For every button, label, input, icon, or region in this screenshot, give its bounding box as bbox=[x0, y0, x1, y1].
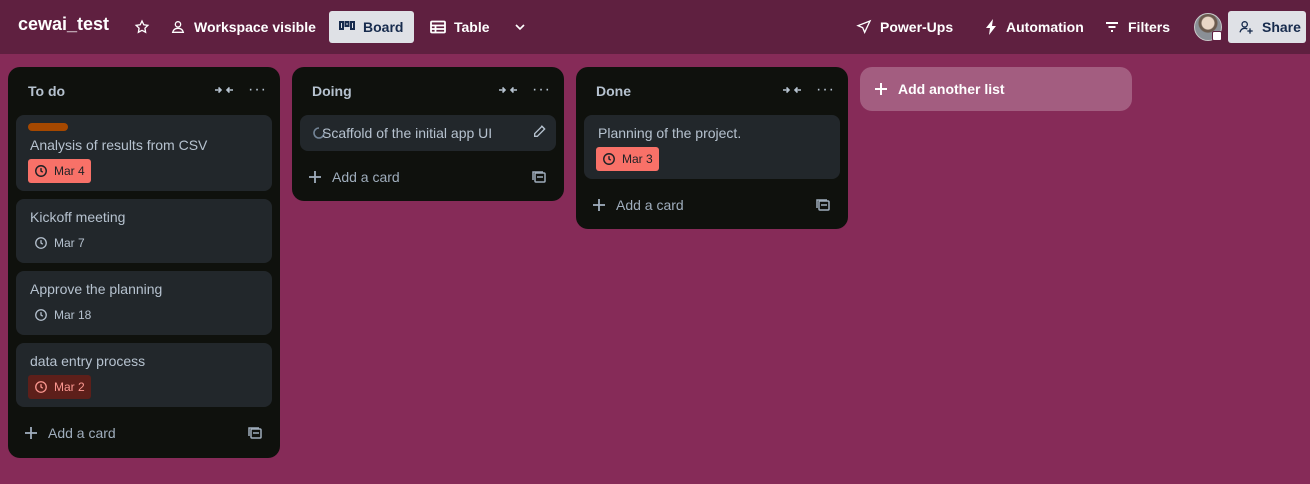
share-label: Share bbox=[1262, 19, 1301, 35]
admin-badge-icon bbox=[1212, 31, 1222, 41]
star-icon bbox=[134, 19, 150, 34]
card[interactable]: Kickoff meeting Mar 7 bbox=[16, 199, 272, 263]
add-card-label: Add a card bbox=[332, 169, 400, 185]
due-date-label: Mar 3 bbox=[622, 152, 653, 166]
card[interactable]: data entry process Mar 2 bbox=[16, 343, 272, 407]
filter-icon bbox=[1106, 22, 1118, 32]
collapse-icon[interactable] bbox=[498, 83, 518, 97]
add-card-label: Add a card bbox=[48, 425, 116, 441]
plus-icon bbox=[309, 171, 321, 183]
chevron-down-icon bbox=[515, 24, 525, 31]
due-date-badge[interactable]: Mar 4 bbox=[28, 159, 91, 183]
more-icon[interactable]: ··· bbox=[248, 81, 267, 99]
list-header: To do ··· bbox=[8, 67, 280, 115]
card-title: data entry process bbox=[30, 353, 146, 369]
list-title[interactable]: Doing bbox=[312, 83, 352, 99]
plus-icon bbox=[25, 427, 37, 439]
automation-button[interactable]: Automation bbox=[974, 11, 1094, 43]
table-view-label: Table bbox=[454, 19, 490, 35]
board-view-button[interactable]: Board bbox=[329, 11, 414, 43]
due-date-label: Mar 2 bbox=[54, 380, 85, 394]
clock-icon bbox=[603, 153, 615, 165]
collapse-icon[interactable] bbox=[214, 83, 234, 97]
add-list-button[interactable]: Add another list bbox=[860, 67, 1132, 111]
list-doing: Doing ··· Scaffold of the initial app UI… bbox=[292, 67, 564, 201]
board-view-label: Board bbox=[363, 19, 404, 35]
filters-label: Filters bbox=[1128, 19, 1171, 35]
list-header: Done ··· bbox=[576, 67, 848, 115]
due-date-label: Mar 7 bbox=[54, 236, 85, 250]
workspace-visibility-button[interactable]: Workspace visible bbox=[160, 11, 326, 43]
rocket-icon bbox=[856, 19, 872, 34]
table-icon bbox=[430, 20, 446, 34]
clock-icon bbox=[35, 237, 47, 249]
card-title: Planning of the project. bbox=[598, 125, 742, 141]
more-views-button[interactable] bbox=[502, 11, 538, 43]
card[interactable]: Scaffold of the initial app UI bbox=[300, 115, 556, 151]
add-card-label: Add a card bbox=[616, 197, 684, 213]
due-date-label: Mar 4 bbox=[54, 164, 85, 178]
due-date-badge[interactable]: Mar 7 bbox=[28, 231, 91, 255]
board-title[interactable]: cewai_test bbox=[18, 14, 109, 35]
board-icon bbox=[339, 21, 355, 30]
due-date-badge[interactable]: Mar 2 bbox=[28, 375, 91, 399]
due-date-label: Mar 18 bbox=[54, 308, 92, 322]
plus-icon bbox=[875, 83, 887, 95]
card[interactable]: Approve the planning Mar 18 bbox=[16, 271, 272, 335]
automation-label: Automation bbox=[1006, 19, 1084, 35]
clock-icon bbox=[35, 309, 47, 321]
plus-icon bbox=[593, 199, 605, 211]
card-template-icon[interactable] bbox=[532, 170, 546, 184]
add-person-icon bbox=[1239, 21, 1253, 34]
add-card-button[interactable]: Add a card bbox=[592, 193, 684, 217]
edit-icon[interactable] bbox=[532, 123, 548, 139]
card[interactable]: Planning of the project. Mar 3 bbox=[584, 115, 840, 179]
workspace-visibility-label: Workspace visible bbox=[194, 19, 316, 35]
more-icon[interactable]: ··· bbox=[816, 81, 835, 99]
list-title[interactable]: Done bbox=[596, 83, 631, 99]
add-list-label: Add another list bbox=[898, 81, 1005, 97]
list-title[interactable]: To do bbox=[28, 83, 65, 99]
card[interactable]: Analysis of results from CSV Mar 4 bbox=[16, 115, 272, 191]
people-icon bbox=[171, 21, 185, 33]
card-title: Kickoff meeting bbox=[30, 209, 126, 225]
card-template-icon[interactable] bbox=[816, 198, 830, 212]
more-icon[interactable]: ··· bbox=[532, 81, 551, 99]
share-button[interactable]: Share bbox=[1228, 11, 1306, 43]
list-to-do: To do ··· Analysis of results from CSV M… bbox=[8, 67, 280, 458]
card-title: Approve the planning bbox=[30, 281, 163, 297]
power-ups-button[interactable]: Power-Ups bbox=[846, 11, 963, 43]
card-label[interactable] bbox=[28, 123, 68, 131]
add-card-button[interactable]: Add a card bbox=[24, 421, 116, 445]
clock-icon bbox=[35, 381, 47, 393]
lightning-icon bbox=[986, 19, 996, 35]
filters-button[interactable]: Filters bbox=[1094, 11, 1180, 43]
star-button[interactable] bbox=[124, 11, 160, 43]
clock-icon bbox=[35, 165, 47, 177]
list-done: Done ··· Planning of the project. Mar 3 … bbox=[576, 67, 848, 229]
card-title: Scaffold of the initial app UI bbox=[322, 125, 493, 141]
table-view-button[interactable]: Table bbox=[420, 11, 500, 43]
due-date-badge[interactable]: Mar 18 bbox=[28, 303, 97, 327]
list-header: Doing ··· bbox=[292, 67, 564, 115]
collapse-icon[interactable] bbox=[782, 83, 802, 97]
due-date-badge[interactable]: Mar 3 bbox=[596, 147, 659, 171]
card-template-icon[interactable] bbox=[248, 426, 262, 440]
add-card-button[interactable]: Add a card bbox=[308, 165, 400, 189]
card-title: Analysis of results from CSV bbox=[30, 137, 208, 153]
power-ups-label: Power-Ups bbox=[880, 19, 954, 35]
board-header: cewai_test Workspace visible Board Table… bbox=[0, 0, 1310, 54]
